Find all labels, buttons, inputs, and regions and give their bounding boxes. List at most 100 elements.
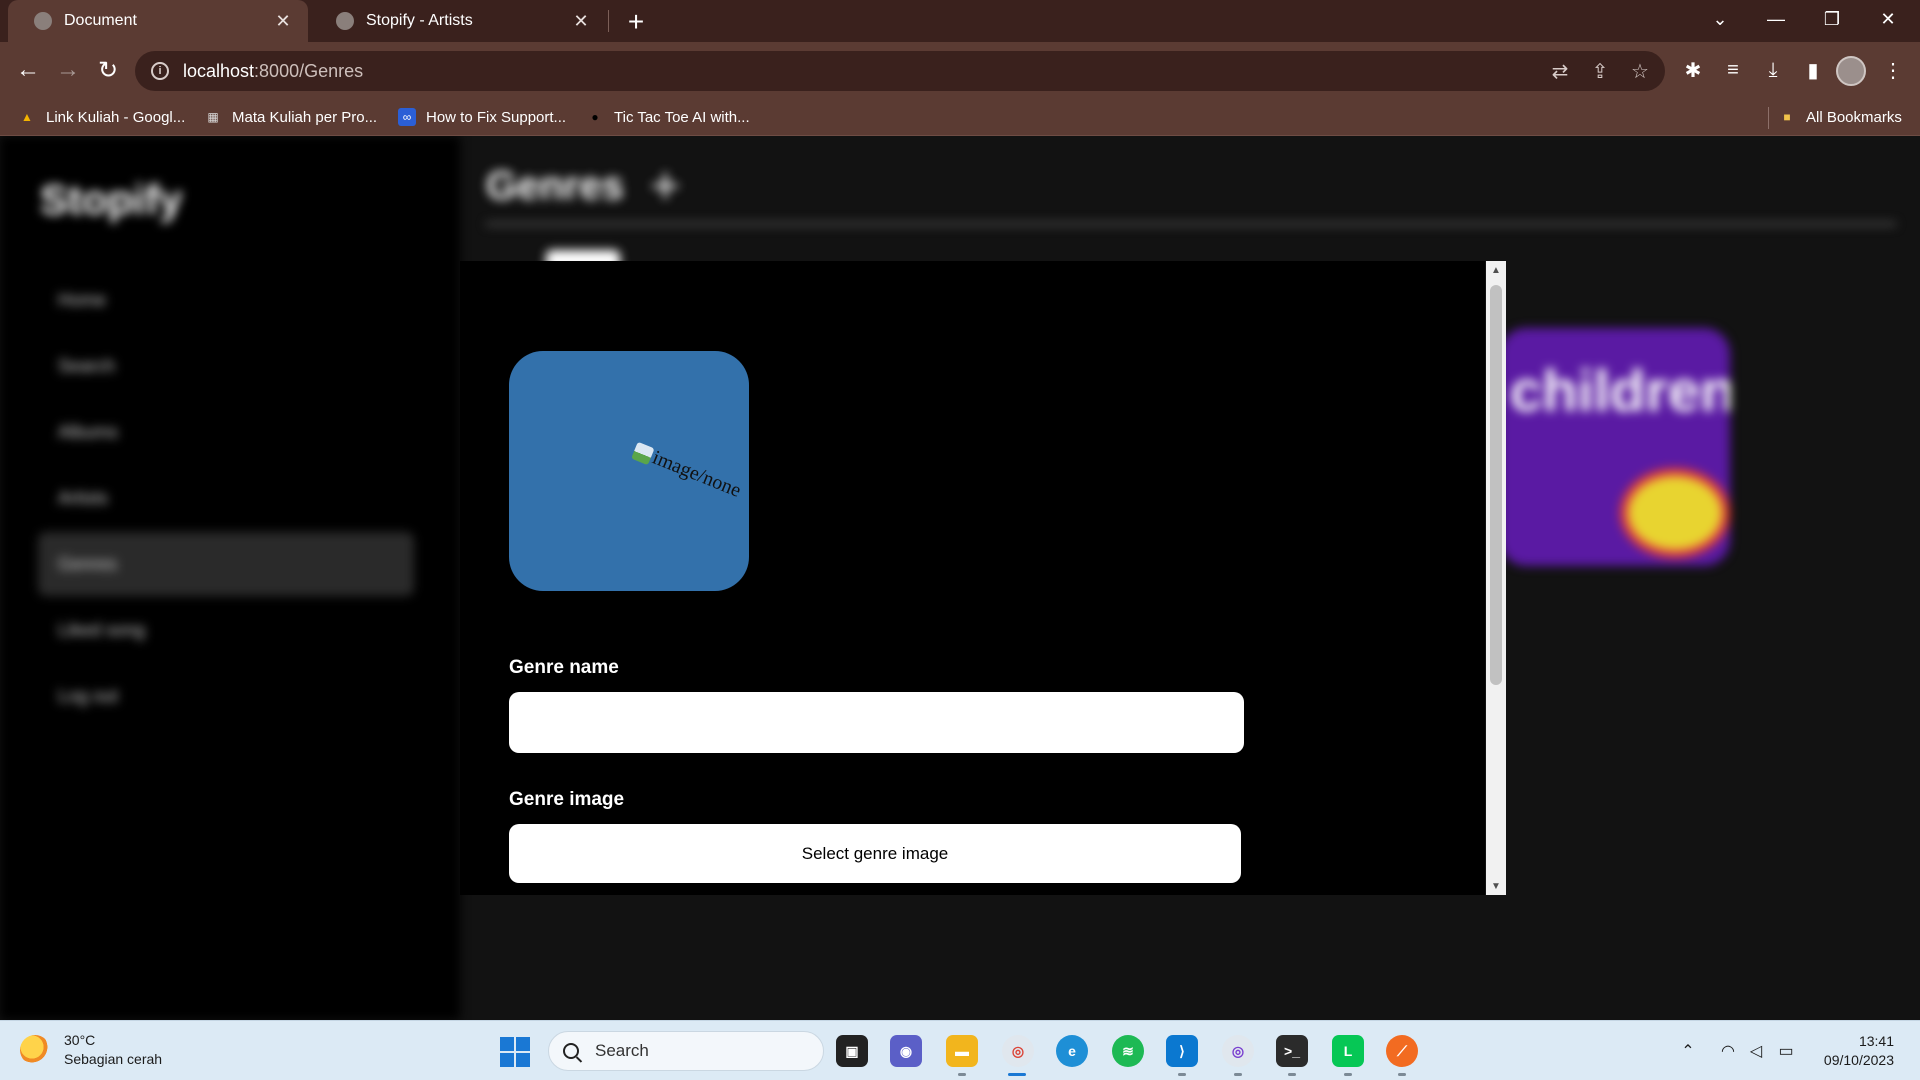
new-tab-button[interactable]: + xyxy=(620,6,652,38)
add-genre-modal: image/none Genre name Genre image Select… xyxy=(460,261,1485,895)
edge-icon[interactable]: e xyxy=(1056,1035,1088,1067)
brand-logo: Stopify xyxy=(40,176,183,223)
tab-separator xyxy=(608,10,609,32)
running-indicator xyxy=(1398,1073,1406,1076)
genre-card[interactable]: children xyxy=(1500,328,1730,566)
close-window-button[interactable]: ✕ xyxy=(1860,0,1916,38)
download-icon[interactable]: ⤓ xyxy=(1756,53,1790,87)
scroll-down-arrow-icon[interactable]: ▼ xyxy=(1486,877,1506,895)
chrome-profile-icon[interactable]: ◎ xyxy=(1222,1035,1254,1067)
all-bookmarks[interactable]: ■ All Bookmarks xyxy=(1778,98,1901,136)
restore-button[interactable]: ❐ xyxy=(1804,0,1860,38)
battery-icon[interactable]: ▭ xyxy=(1774,1039,1798,1063)
globe-icon xyxy=(336,12,354,30)
select-genre-image-button[interactable]: Select genre image xyxy=(509,824,1241,883)
genre-card-label: children xyxy=(1510,359,1730,424)
running-indicator xyxy=(1288,1073,1296,1076)
vscode-icon[interactable]: ⟩ xyxy=(1166,1035,1198,1067)
sidebar-item-home[interactable]: Home xyxy=(58,290,106,311)
url-host: localhost xyxy=(183,60,255,81)
terminal-icon[interactable]: >_ xyxy=(1276,1035,1308,1067)
close-icon[interactable]: ✕ xyxy=(570,10,592,32)
minimize-button[interactable]: — xyxy=(1748,0,1804,38)
bookmark-tic-tac-toe[interactable]: ● Tic Tac Toe AI with... xyxy=(586,98,750,136)
close-icon[interactable]: ✕ xyxy=(272,10,294,32)
postman-icon[interactable]: ⟋ xyxy=(1386,1035,1418,1067)
search-placeholder: Search xyxy=(595,1041,649,1060)
tab-search-dropdown-icon[interactable]: ⌄ xyxy=(1692,0,1748,38)
sidebar: Stopify Home Search Albums Artists Genre… xyxy=(0,136,460,1020)
running-indicator xyxy=(1234,1073,1242,1076)
chevron-up-icon[interactable]: ⌃ xyxy=(1676,1039,1700,1063)
site-info-icon[interactable]: i xyxy=(151,62,169,80)
genre-name-label: Genre name xyxy=(509,657,619,678)
browser-tab-bar: Document ✕ Stopify - Artists ✕ + ⌄ — ❐ ✕ xyxy=(0,0,1920,42)
sidebar-item-liked-song[interactable]: Liked song xyxy=(58,620,145,641)
menu-kebab-icon[interactable]: ⋮ xyxy=(1876,53,1910,87)
active-indicator xyxy=(1008,1073,1026,1076)
image-alt-text: image/none xyxy=(649,446,745,502)
bookmark-how-to-fix[interactable]: ∞ How to Fix Support... xyxy=(398,98,566,136)
book-icon: ▦ xyxy=(207,110,219,124)
search-icon xyxy=(563,1043,579,1059)
page-title: Genres xyxy=(486,164,624,208)
bookmark-label: Tic Tac Toe AI with... xyxy=(614,108,750,126)
circle-icon: ● xyxy=(591,110,599,124)
temperature: 30°C xyxy=(64,1032,96,1048)
profile-avatar[interactable] xyxy=(1836,56,1866,86)
address-bar[interactable]: i localhost :8000/Genres ⇄ ⇪ ☆ xyxy=(135,51,1665,91)
forward-icon[interactable]: → xyxy=(50,52,86,88)
bookmark-label: Link Kuliah - Googl... xyxy=(46,108,186,126)
sidebar-item-search[interactable]: Search xyxy=(58,356,115,377)
bookmark-label: How to Fix Support... xyxy=(426,108,567,126)
genre-image-label: Genre image xyxy=(509,789,625,810)
infinity-icon: ∞ xyxy=(398,108,416,126)
bookmark-star-icon[interactable]: ☆ xyxy=(1623,54,1657,88)
sidebar-item-albums[interactable]: Albums xyxy=(58,422,118,443)
sidebar-item-genres[interactable]: Genres xyxy=(58,554,117,575)
reload-icon[interactable]: ↻ xyxy=(90,52,126,88)
scrollbar-thumb[interactable] xyxy=(1490,285,1502,685)
genre-name-input[interactable] xyxy=(509,692,1244,753)
clock-date: 09/10/2023 xyxy=(1823,1052,1894,1068)
task-view-icon[interactable]: ▣ xyxy=(836,1035,868,1067)
weather-widget[interactable]: 30°C Sebagian cerah xyxy=(20,1031,162,1069)
taskbar-search[interactable]: Search xyxy=(548,1031,824,1071)
volume-icon[interactable]: ◁ xyxy=(1744,1039,1768,1063)
folder-icon: ■ xyxy=(1783,110,1791,124)
back-icon[interactable]: ← xyxy=(10,52,46,88)
wifi-icon[interactable]: ◠ xyxy=(1716,1039,1740,1063)
file-explorer-icon[interactable]: ▬ xyxy=(946,1035,978,1067)
bookmark-mata-kuliah[interactable]: ▦ Mata Kuliah per Pro... xyxy=(204,98,377,136)
clock-time: 13:41 xyxy=(1858,1033,1894,1049)
title-divider xyxy=(486,222,1896,226)
bookmark-link-kuliah[interactable]: ▲ Link Kuliah - Googl... xyxy=(18,98,185,136)
spotify-icon[interactable]: ≋ xyxy=(1112,1035,1144,1067)
google-drive-icon: ▲ xyxy=(21,110,33,124)
extensions-icon[interactable]: ✱ xyxy=(1676,53,1710,87)
weather-condition: Sebagian cerah xyxy=(64,1051,163,1067)
chrome-icon[interactable]: ◎ xyxy=(1002,1035,1034,1067)
translate-icon[interactable]: ⇄ xyxy=(1543,54,1577,88)
side-panel-icon[interactable]: ▮ xyxy=(1796,53,1830,87)
tab-stopify-artists[interactable]: Stopify - Artists ✕ xyxy=(310,0,606,42)
sidebar-item-log-out[interactable]: Log out xyxy=(58,686,118,707)
sidebar-item-artists[interactable]: Artists xyxy=(58,488,108,509)
line-icon[interactable]: L xyxy=(1332,1035,1364,1067)
add-genre-icon[interactable]: + xyxy=(650,156,680,216)
tab-title: Stopify - Artists xyxy=(366,12,473,29)
browser-toolbar: ← → ↻ i localhost :8000/Genres ⇄ ⇪ ☆ ✱ ≡… xyxy=(0,42,1920,98)
tab-document[interactable]: Document ✕ xyxy=(8,0,308,42)
scroll-up-arrow-icon[interactable]: ▲ xyxy=(1486,261,1506,279)
modal-scrollbar[interactable]: ▲ ▼ xyxy=(1486,261,1506,895)
share-icon[interactable]: ⇪ xyxy=(1583,54,1617,88)
bookmarks-bar: ▲ Link Kuliah - Googl... ▦ Mata Kuliah p… xyxy=(0,98,1920,136)
reading-list-icon[interactable]: ≡ xyxy=(1716,53,1750,87)
system-clock[interactable]: 13:41 09/10/2023 xyxy=(1804,1032,1894,1070)
bookmark-label: Mata Kuliah per Pro... xyxy=(232,108,378,126)
broken-image: image/none xyxy=(630,439,744,503)
windows-start-icon[interactable] xyxy=(500,1037,530,1067)
teams-icon[interactable]: ◉ xyxy=(890,1035,922,1067)
url-path: :8000/Genres xyxy=(254,60,364,81)
partly-cloudy-icon xyxy=(20,1035,50,1065)
